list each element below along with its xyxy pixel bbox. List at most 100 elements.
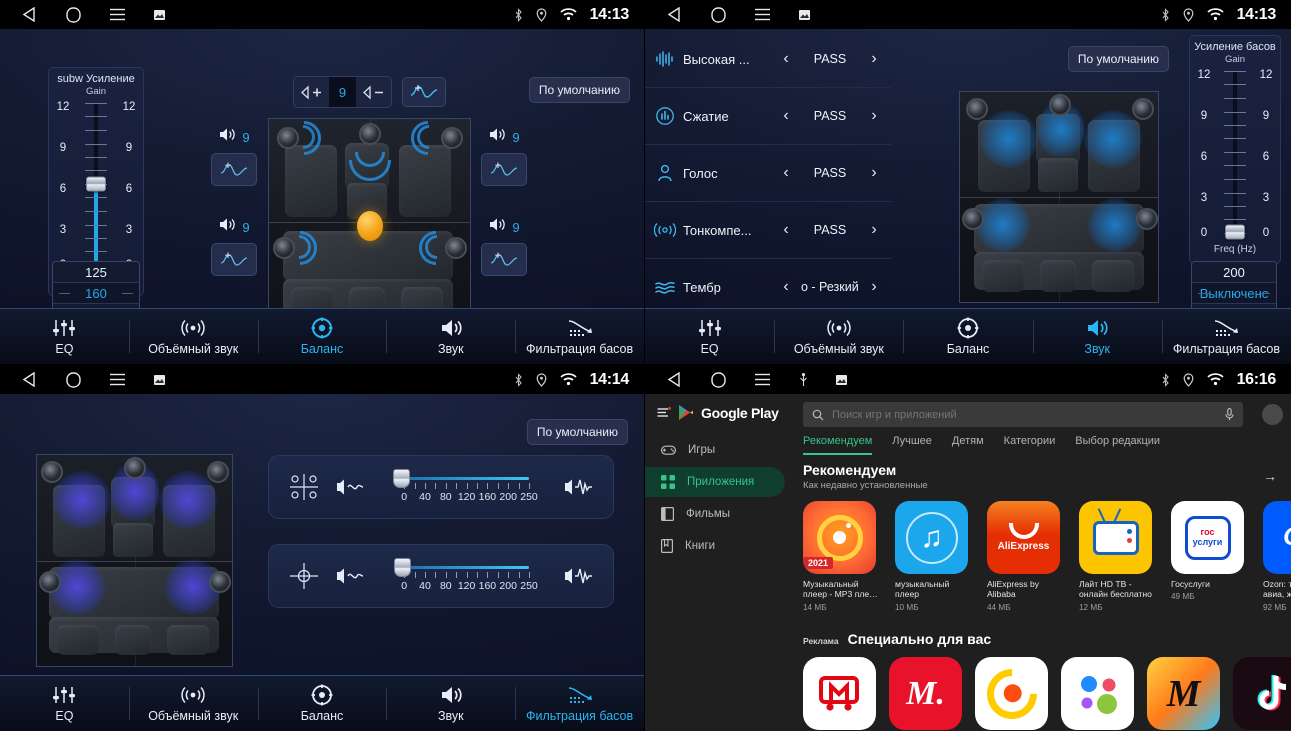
menu-icon[interactable]	[754, 8, 771, 21]
section-arrow-icon[interactable]: →	[1263, 468, 1277, 484]
likee-m-icon[interactable]: M	[1147, 657, 1220, 730]
location-icon	[1183, 7, 1194, 22]
sidebar-item-books[interactable]: Книги	[645, 531, 785, 561]
mvideo-icon[interactable]: M.	[889, 657, 962, 730]
bass-gain-slider[interactable]: 12 12 9 9 6 6 3 3 0 0	[1194, 67, 1276, 240]
screenshot-icon[interactable]	[836, 374, 847, 385]
default-button-balance[interactable]: По умолчанию	[528, 77, 630, 103]
wave-button-front-right[interactable]	[481, 153, 527, 186]
bass-freq-option-selected[interactable]: Выключенс	[1192, 283, 1276, 303]
back-icon[interactable]	[21, 372, 38, 387]
yandex-music-icon[interactable]	[975, 657, 1048, 730]
next-arrow-icon[interactable]: ›	[865, 107, 883, 125]
volume-down-button[interactable]	[356, 77, 391, 107]
wave-button-rear-left[interactable]	[211, 243, 257, 276]
slider-knob-subwoofer[interactable]	[394, 558, 411, 577]
nav-tab-balance[interactable]: Баланс	[257, 676, 387, 731]
tab-best[interactable]: Лучшее	[892, 435, 932, 455]
next-arrow-icon[interactable]: ›	[865, 50, 883, 68]
bassfilter-slider-subwoofer[interactable]: 0 40 80 120 160 200 250	[373, 553, 555, 599]
hamburger-icon[interactable]	[657, 407, 671, 418]
app-card[interactable]: 2021 Музыкальный плеер - MP3 плеер , Пле…	[803, 501, 882, 612]
subw-slider-knob[interactable]	[86, 176, 106, 192]
tab-recommended[interactable]: Рекомендуем	[803, 435, 873, 455]
nav-tab-balance[interactable]: Баланс	[257, 309, 387, 364]
back-icon[interactable]	[21, 7, 38, 22]
next-arrow-icon[interactable]: ›	[865, 221, 883, 239]
nav-tab-sound[interactable]: Звук	[386, 309, 515, 364]
app-card[interactable]: OZ Ozon: товары, авиа, ж/д билеты 92 МБ	[1263, 501, 1291, 612]
next-arrow-icon[interactable]: ›	[865, 278, 883, 296]
prev-arrow-icon[interactable]: ‹	[777, 107, 795, 125]
tab-editors-choice[interactable]: Выбор редакции	[1075, 435, 1160, 455]
screenshot-icon[interactable]	[154, 374, 165, 385]
search-input[interactable]	[832, 408, 1217, 421]
prev-arrow-icon[interactable]: ‹	[777, 221, 795, 239]
home-icon[interactable]	[711, 371, 726, 388]
home-icon[interactable]	[66, 371, 81, 388]
sidebar-item-apps[interactable]: Приложения	[645, 467, 785, 497]
magnit-icon[interactable]	[803, 657, 876, 730]
balance-position-marker[interactable]	[357, 211, 383, 241]
nav-tab-eq[interactable]: EQ	[645, 309, 774, 364]
nav-tab-sound[interactable]: Звук	[1032, 309, 1162, 364]
sound-row-compression[interactable]: Сжатие ‹ PASS ›	[645, 88, 891, 145]
nav-tab-bassfilter[interactable]: Фильтрация басов	[1161, 309, 1291, 364]
menu-icon[interactable]	[754, 373, 771, 386]
volume-up-button[interactable]	[294, 77, 329, 107]
app-card[interactable]: AliExpress AliExpress by Alibaba 44 МБ	[987, 501, 1066, 612]
freq-option-upper[interactable]: 125	[53, 262, 139, 282]
wave-button-rear-right[interactable]	[481, 243, 527, 276]
dots-app-icon[interactable]	[1061, 657, 1134, 730]
bassfilter-slider-speakers[interactable]: 0 40 80 120 160 200 250	[373, 464, 555, 510]
nav-tab-eq[interactable]: EQ	[0, 309, 129, 364]
slider-knob-speakers[interactable]	[393, 469, 410, 488]
quadrant-balance-screen: 14:13 subw Усиление Gain 12 12 9 9 6 6 3…	[0, 0, 645, 365]
nav-tab-surround[interactable]: Объёмный звук	[774, 309, 903, 364]
sidebar-label-movies: Фильмы	[686, 508, 731, 520]
sound-row-voice[interactable]: Голос ‹ PASS ›	[645, 145, 891, 202]
prev-arrow-icon[interactable]: ‹	[777, 164, 795, 182]
nav-tab-surround[interactable]: Объёмный звук	[128, 309, 258, 364]
next-arrow-icon[interactable]: ›	[865, 164, 883, 182]
tiktok-icon[interactable]	[1233, 657, 1291, 730]
search-bar[interactable]	[803, 402, 1243, 427]
nav-label-sound: Звук	[437, 342, 464, 356]
home-icon[interactable]	[711, 6, 726, 23]
tab-categories[interactable]: Категории	[1004, 435, 1056, 455]
freq-option-selected[interactable]: 160	[53, 283, 139, 303]
default-button-sound[interactable]: По умолчанию	[1067, 46, 1169, 72]
home-icon[interactable]	[66, 6, 81, 23]
nav-tab-sound[interactable]: Звук	[386, 676, 515, 731]
sidebar-item-movies[interactable]: Фильмы	[645, 499, 785, 529]
sidebar-item-games[interactable]: Игры	[645, 435, 785, 465]
master-wave-button[interactable]	[402, 77, 446, 107]
subw-gain-slider[interactable]: 1212 99 66 33 00	[53, 99, 139, 271]
app-card[interactable]: Лайт HD ТВ - онлайн бесплатно 12 МБ	[1079, 501, 1158, 612]
nav-tab-surround[interactable]: Объёмный звук	[128, 676, 258, 731]
prev-arrow-icon[interactable]: ‹	[777, 50, 795, 68]
nav-tab-bassfilter[interactable]: Фильтрация басов	[515, 676, 644, 731]
prev-arrow-icon[interactable]: ‹	[777, 278, 795, 296]
nav-tab-eq[interactable]: EQ	[0, 676, 129, 731]
default-button-bassfilter[interactable]: По умолчанию	[526, 419, 628, 445]
car-balance-diagram[interactable]	[268, 118, 471, 326]
screenshot-icon[interactable]	[799, 9, 810, 20]
menu-icon[interactable]	[109, 373, 126, 386]
bass-freq-option-upper[interactable]: 200	[1192, 262, 1276, 282]
avatar[interactable]	[1262, 404, 1283, 425]
wave-button-front-left[interactable]	[211, 153, 257, 186]
app-card[interactable]: гос услуги Госуслуги 49 МБ	[1171, 501, 1250, 612]
bass-slider-knob[interactable]	[1225, 224, 1245, 240]
sound-row-loudness[interactable]: Тонкомпе... ‹ PASS ›	[645, 202, 891, 259]
mic-icon[interactable]	[1225, 408, 1234, 421]
tab-kids[interactable]: Детям	[952, 435, 984, 455]
menu-icon[interactable]	[109, 8, 126, 21]
nav-tab-bassfilter[interactable]: Фильтрация басов	[515, 309, 644, 364]
back-icon[interactable]	[666, 372, 683, 387]
sound-row-high[interactable]: Высокая ... ‹ PASS ›	[645, 31, 891, 88]
screenshot-icon[interactable]	[154, 9, 165, 20]
app-card[interactable]: ♫ музыкальный плеер 10 МБ	[895, 501, 974, 612]
back-icon[interactable]	[666, 7, 683, 22]
nav-tab-balance[interactable]: Баланс	[903, 309, 1032, 364]
